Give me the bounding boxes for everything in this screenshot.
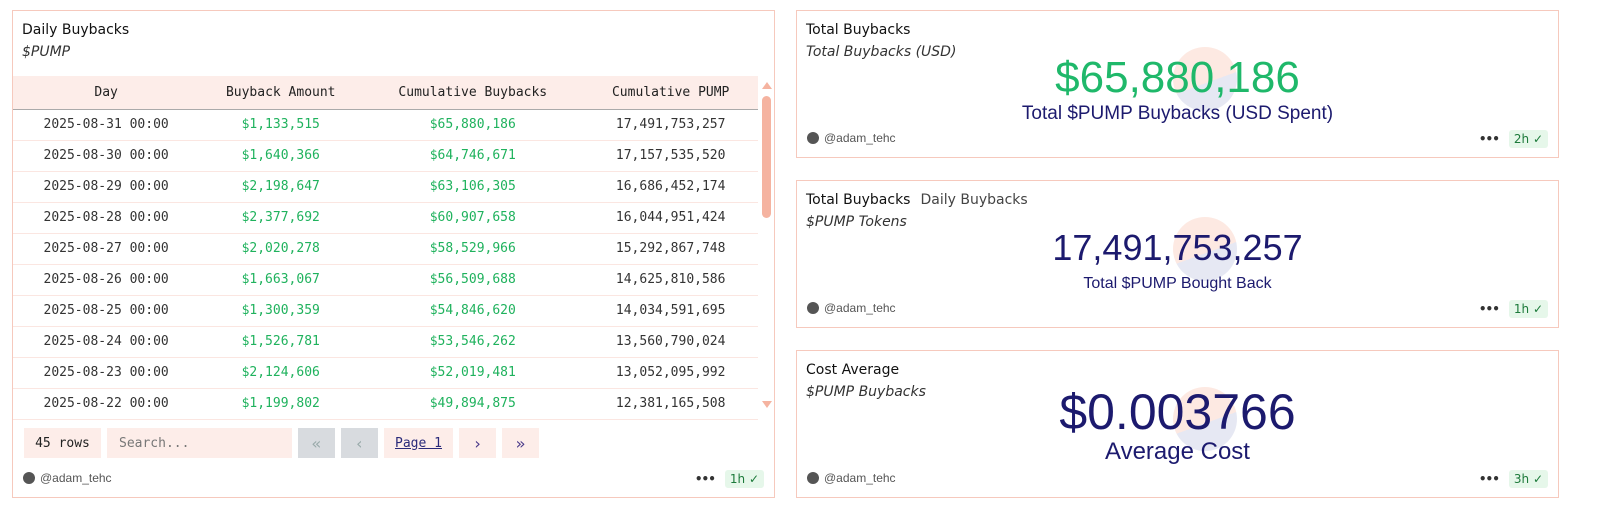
row-count: 45 rows	[24, 428, 101, 458]
table-cell: $49,894,875	[362, 388, 584, 420]
table-row: 2025-08-29 00:00 $2,198,647 $63,106,305 16,…	[13, 171, 758, 203]
table-row: 2025-08-23 00:00 $2,124,606 $52,019,481 13,…	[13, 357, 758, 389]
table-cell: $1,133,515	[199, 109, 363, 141]
author[interactable]: @adam_tehc	[807, 301, 896, 315]
table-cell: $60,907,658	[362, 202, 584, 234]
table-cell: $1,663,067	[199, 264, 363, 296]
table-cell: 2025-08-22 00:00	[13, 388, 200, 420]
table-cell: $2,377,692	[199, 202, 363, 234]
column-header[interactable]: Day	[13, 76, 200, 110]
cost-average-panel: Cost Average $PUMP Buybacks $0.003766 Av…	[796, 350, 1559, 498]
freshness-badge: 2h ✓	[1508, 130, 1548, 148]
freshness-badge: 1h ✓	[1508, 300, 1548, 318]
table-cell: 2025-08-31 00:00	[13, 109, 200, 141]
scroll-down-icon[interactable]	[762, 401, 772, 408]
table-cell: $1,640,366	[199, 140, 363, 172]
author[interactable]: @adam_tehc	[807, 471, 896, 485]
scrollbar-thumb[interactable]	[762, 96, 771, 218]
table-cell: 13,560,790,024	[583, 326, 758, 358]
last-page-icon[interactable]: »	[502, 428, 539, 458]
more-options-icon[interactable]: •••	[1479, 302, 1500, 316]
table-cell: $2,198,647	[199, 171, 363, 203]
prev-page-icon[interactable]: ‹	[341, 428, 378, 458]
counter-value: $65,880,186	[1055, 53, 1300, 102]
table-row: 2025-08-30 00:00 $1,640,366 $64,746,671 17,…	[13, 140, 758, 172]
more-options-icon[interactable]: •••	[1479, 472, 1500, 486]
table-cell: 2025-08-26 00:00	[13, 264, 200, 296]
panel-title: Total Buybacks	[806, 22, 911, 38]
more-options-icon[interactable]: •••	[1479, 132, 1500, 146]
table-cell: $52,019,481	[362, 357, 584, 389]
table-cell: $2,124,606	[199, 357, 363, 389]
table-row: 2025-08-24 00:00 $1,526,781 $53,546,262 13,…	[13, 326, 758, 358]
page-indicator[interactable]: Page 1	[384, 428, 453, 458]
counter-label: Total $PUMP Bought Back	[1083, 275, 1272, 292]
table-row: 2025-08-25 00:00 $1,300,359 $54,846,620 14,…	[13, 295, 758, 327]
table-cell: $1,526,781	[199, 326, 363, 358]
table-cell: $56,509,688	[362, 264, 584, 296]
counter-value: $0.003766	[1059, 384, 1296, 440]
freshness-badge: 1h ✓	[724, 470, 764, 488]
daily-buybacks-panel: Daily Buybacks $PUMP Day Buyback Amount Cu…	[12, 10, 775, 498]
table-cell: 13,052,095,992	[583, 357, 758, 389]
author[interactable]: @adam_tehc	[23, 471, 112, 485]
table-cell: 15,292,867,748	[583, 233, 758, 265]
table-cell: 16,686,452,174	[583, 171, 758, 203]
table-cell: $58,529,966	[362, 233, 584, 265]
tab-daily-buybacks[interactable]: Daily Buybacks	[920, 192, 1027, 208]
table-row: 2025-08-26 00:00 $1,663,067 $56,509,688 14,…	[13, 264, 758, 296]
table-cell: 2025-08-24 00:00	[13, 326, 200, 358]
panel-title: Daily Buybacks	[22, 22, 130, 38]
table-cell: $64,746,671	[362, 140, 584, 172]
table-cell: $63,106,305	[362, 171, 584, 203]
author[interactable]: @adam_tehc	[807, 131, 896, 145]
panel-title: Cost Average	[806, 362, 900, 378]
buybacks-table: Day Buyback Amount Cumulative Buybacks Cumu…	[13, 76, 758, 420]
table-row: 2025-08-27 00:00 $2,020,278 $58,529,966 15,…	[13, 233, 758, 265]
table-cell: $1,199,802	[199, 388, 363, 420]
table-row: 2025-08-22 00:00 $1,199,802 $49,894,875 12,…	[13, 388, 758, 420]
table-cell: 2025-08-27 00:00	[13, 233, 200, 265]
table-cell: $2,020,278	[199, 233, 363, 265]
author-name: @adam_tehc	[40, 471, 112, 485]
more-options-icon[interactable]: •••	[695, 472, 716, 486]
panel-subtitle: $PUMP	[22, 44, 71, 60]
total-pump-tokens-panel: Total Buybacks Daily Buybacks $PUMP Token…	[796, 180, 1559, 328]
table-cell: $65,880,186	[362, 109, 584, 141]
table-cell: 2025-08-30 00:00	[13, 140, 200, 172]
avatar	[23, 472, 35, 484]
table-cell: 16,044,951,424	[583, 202, 758, 234]
tab-total-buybacks[interactable]: Total Buybacks	[806, 192, 910, 208]
table-cell: 2025-08-29 00:00	[13, 171, 200, 203]
table-cell: 17,491,753,257	[583, 109, 758, 141]
avatar	[807, 132, 819, 144]
avatar	[807, 472, 819, 484]
table-cell: 14,625,810,586	[583, 264, 758, 296]
next-page-icon[interactable]: ›	[459, 428, 496, 458]
first-page-icon[interactable]: «	[298, 428, 335, 458]
counter-label: Total $PUMP Buybacks (USD Spent)	[1021, 103, 1334, 124]
table-cell: 2025-08-28 00:00	[13, 202, 200, 234]
pagination: 45 rows « ‹ Page 1 › »	[24, 428, 539, 458]
table-cell: 12,381,165,508	[583, 388, 758, 420]
table-cell: $1,300,359	[199, 295, 363, 327]
avatar	[807, 302, 819, 314]
counter-label: Average Cost	[1105, 438, 1250, 465]
total-buybacks-usd-panel: Total Buybacks Total Buybacks (USD) $65,…	[796, 10, 1559, 158]
table-cell: 2025-08-25 00:00	[13, 295, 200, 327]
table-cell: 2025-08-23 00:00	[13, 357, 200, 389]
column-header[interactable]: Cumulative Buybacks	[362, 76, 584, 110]
column-header[interactable]: Cumulative PUMP	[583, 76, 758, 110]
table-cell: 14,034,591,695	[583, 295, 758, 327]
search-input[interactable]	[107, 428, 292, 458]
table-cell: 17,157,535,520	[583, 140, 758, 172]
freshness-badge: 3h ✓	[1508, 470, 1548, 488]
table-cell: $54,846,620	[362, 295, 584, 327]
table-cell: $53,546,262	[362, 326, 584, 358]
table-row: 2025-08-28 00:00 $2,377,692 $60,907,658 16,…	[13, 202, 758, 234]
counter-value: 17,491,753,257	[1052, 227, 1303, 268]
table-row: 2025-08-31 00:00 $1,133,515 $65,880,186 17,…	[13, 109, 758, 141]
column-header[interactable]: Buyback Amount	[199, 76, 363, 110]
scroll-up-icon[interactable]	[762, 82, 772, 89]
